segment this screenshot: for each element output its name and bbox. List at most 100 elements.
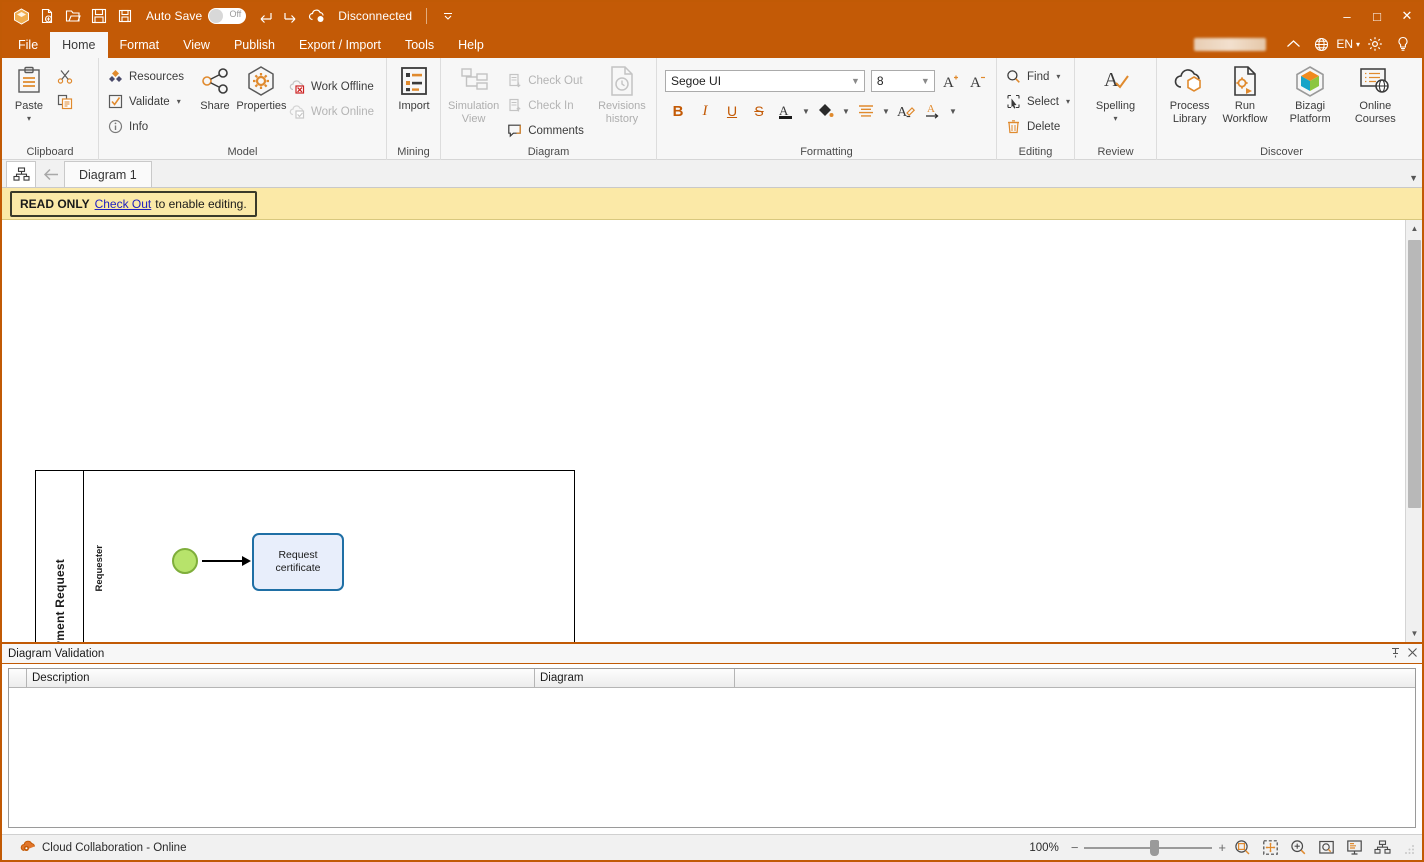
column-header-description[interactable]: Description <box>27 669 535 687</box>
column-header-extra[interactable] <box>735 669 1415 687</box>
tab-file[interactable]: File <box>6 32 50 58</box>
fill-color-caret-icon[interactable]: ▼ <box>840 98 852 124</box>
scroll-down-arrow-icon[interactable]: ▼ <box>1406 625 1422 642</box>
pool-certificate-of-employment-request[interactable]: Certificate of Employment Request Reques… <box>35 470 575 642</box>
validation-grid[interactable]: Description Diagram <box>8 668 1416 828</box>
chevron-down-icon[interactable]: ▾ <box>27 114 31 123</box>
save-icon[interactable] <box>86 4 112 28</box>
presentation-icon[interactable] <box>1342 837 1366 859</box>
font-name-combobox[interactable]: Segoe UI ▼ <box>665 70 865 92</box>
run-workflow-button[interactable]: Run Workflow <box>1218 62 1271 125</box>
tab-export-import[interactable]: Export / Import <box>287 32 393 58</box>
bizagi-hex-icon[interactable] <box>8 4 34 28</box>
zoom-fit-icon[interactable] <box>1230 837 1254 859</box>
tab-tools[interactable]: Tools <box>393 32 446 58</box>
scroll-up-arrow-icon[interactable]: ▲ <box>1406 220 1422 237</box>
autosave-toggle[interactable]: Off <box>208 8 247 24</box>
chevron-down-icon[interactable]: ▾ <box>1066 97 1070 106</box>
cloud-disconnected-icon[interactable] <box>304 4 330 28</box>
font-color-button[interactable]: A <box>773 98 799 124</box>
zoom-slider-thumb[interactable] <box>1150 839 1160 856</box>
chevron-down-icon[interactable]: ▾ <box>1113 114 1117 123</box>
task-request-certificate[interactable]: Request certificate <box>252 533 344 591</box>
comments-button[interactable]: Comments <box>504 118 590 143</box>
resize-grip-icon[interactable] <box>1402 841 1416 855</box>
shrink-font-icon[interactable]: A <box>967 68 988 94</box>
chevron-down-icon[interactable]: ▾ <box>177 97 181 106</box>
close-icon[interactable] <box>1407 647 1418 661</box>
fill-color-button[interactable] <box>813 98 839 124</box>
work-offline-button[interactable]: Work Offline <box>287 74 380 99</box>
new-document-icon[interactable] <box>34 4 60 28</box>
language-selector[interactable]: EN ▾ <box>1336 37 1360 51</box>
user-account-label[interactable] <box>1194 37 1267 51</box>
properties-button[interactable]: Properties <box>236 62 287 113</box>
process-library-button[interactable]: Process Library <box>1161 62 1218 125</box>
copy-button[interactable] <box>54 89 79 114</box>
chevron-down-icon[interactable] <box>435 4 461 28</box>
find-button[interactable]: Find ▾ <box>1003 64 1076 89</box>
zoom-selection-icon[interactable] <box>1258 837 1282 859</box>
text-direction-button[interactable]: A <box>920 98 946 124</box>
bold-button[interactable]: B <box>665 98 691 124</box>
zoom-in-icon[interactable] <box>1286 837 1310 859</box>
back-arrow-icon[interactable] <box>38 161 64 187</box>
align-button[interactable] <box>853 98 879 124</box>
undo-arrow-icon[interactable] <box>252 4 278 28</box>
lightbulb-icon[interactable] <box>1390 31 1416 57</box>
model-tree-icon[interactable] <box>6 161 36 187</box>
zoom-slider[interactable]: − + <box>1071 839 1226 856</box>
tab-view[interactable]: View <box>171 32 222 58</box>
chevron-up-icon[interactable] <box>1280 31 1306 57</box>
gear-icon[interactable] <box>1362 31 1388 57</box>
clear-format-button[interactable]: A <box>893 98 919 124</box>
check-out-link[interactable]: Check Out <box>95 197 152 211</box>
lane-requester[interactable]: Requester Request certificate <box>84 471 576 642</box>
pin-icon[interactable] <box>1390 647 1401 661</box>
zoom-in-button[interactable]: + <box>1218 840 1226 855</box>
chevron-down-icon[interactable]: ▼ <box>921 76 930 86</box>
zoom-slider-track[interactable] <box>1084 839 1213 856</box>
scroll-thumb[interactable] <box>1408 240 1421 508</box>
tab-format[interactable]: Format <box>108 32 172 58</box>
chevron-down-icon[interactable]: ▼ <box>1409 173 1418 183</box>
zoom-region-icon[interactable] <box>1314 837 1338 859</box>
doc-tab-diagram-1[interactable]: Diagram 1 <box>64 161 152 187</box>
open-folder-icon[interactable] <box>60 4 86 28</box>
zoom-out-button[interactable]: − <box>1071 840 1079 855</box>
minimize-button[interactable]: – <box>1332 2 1362 30</box>
share-button[interactable]: Share <box>192 62 238 113</box>
maximize-button[interactable]: □ <box>1362 2 1392 30</box>
resources-button[interactable]: Resources <box>105 64 190 89</box>
globe-icon[interactable] <box>1308 31 1334 57</box>
save-as-icon[interactable] <box>112 4 138 28</box>
chevron-down-icon[interactable]: ▾ <box>1056 72 1060 81</box>
bizagi-platform-button[interactable]: Bizagi Platform <box>1272 62 1349 125</box>
column-header-diagram[interactable]: Diagram <box>535 669 735 687</box>
tab-help[interactable]: Help <box>446 32 496 58</box>
column-header-selector[interactable] <box>9 669 27 687</box>
import-button[interactable]: Import <box>391 62 437 113</box>
tab-home[interactable]: Home <box>50 32 108 58</box>
font-color-caret-icon[interactable]: ▼ <box>800 98 812 124</box>
spelling-button[interactable]: A Spelling ▾ <box>1090 62 1141 123</box>
font-size-combobox[interactable]: 8 ▼ <box>870 70 935 92</box>
paste-button[interactable]: Paste ▾ <box>6 62 52 123</box>
diagram-canvas[interactable]: Certificate of Employment Request Reques… <box>2 220 1405 642</box>
text-direction-caret-icon[interactable]: ▼ <box>947 98 959 124</box>
tab-publish[interactable]: Publish <box>222 32 287 58</box>
delete-button[interactable]: Delete <box>1003 114 1076 139</box>
strikethrough-button[interactable]: S <box>746 98 772 124</box>
chevron-down-icon[interactable]: ▼ <box>851 76 860 86</box>
info-button[interactable]: Info <box>105 114 190 139</box>
grow-font-icon[interactable]: A <box>941 68 962 94</box>
align-caret-icon[interactable]: ▼ <box>880 98 892 124</box>
validate-button[interactable]: Validate ▾ <box>105 89 190 114</box>
close-button[interactable]: ✕ <box>1392 2 1422 30</box>
redo-arrow-icon[interactable] <box>278 4 304 28</box>
canvas-vertical-scrollbar[interactable]: ▲ ▼ <box>1405 220 1422 642</box>
cut-button[interactable] <box>54 64 79 89</box>
start-event[interactable] <box>172 548 198 574</box>
online-courses-button[interactable]: Online Courses <box>1349 62 1402 125</box>
underline-button[interactable]: U <box>719 98 745 124</box>
